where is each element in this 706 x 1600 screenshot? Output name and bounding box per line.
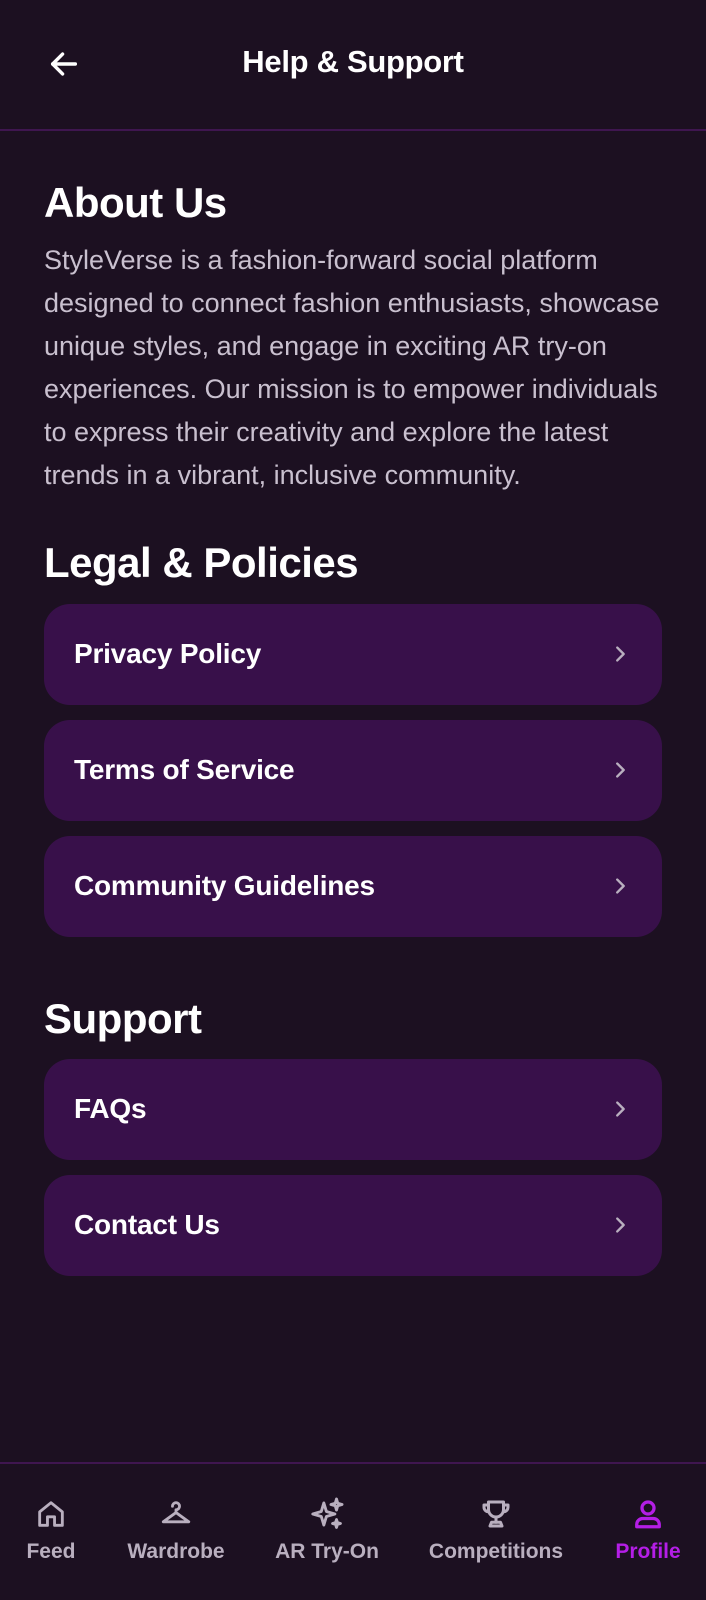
top-app-bar: Help & Support: [0, 0, 706, 131]
chevron-right-icon: [608, 874, 632, 898]
main-content: About Us StyleVerse is a fashion-forward…: [44, 131, 662, 1291]
nav-label: Feed: [26, 1540, 76, 1563]
about-us-text: StyleVerse is a fashion-forward social p…: [44, 245, 660, 491]
nav-wardrobe[interactable]: Wardrobe: [122, 1494, 230, 1564]
chevron-right-icon: [608, 1097, 632, 1121]
support-list: FAQs Contact Us: [44, 1058, 662, 1276]
legal-policies-heading: Legal & Policies: [44, 539, 359, 587]
nav-label: Competitions: [428, 1540, 564, 1563]
nav-feed[interactable]: Feed: [20, 1494, 82, 1564]
faqs-item[interactable]: FAQs: [44, 1058, 662, 1160]
sparkles-icon: [307, 1494, 347, 1534]
user-icon: [628, 1494, 668, 1534]
list-item-label: Privacy Policy: [74, 638, 262, 670]
nav-label: Profile: [615, 1540, 681, 1563]
page-title: Help & Support: [242, 44, 464, 79]
hanger-icon: [156, 1494, 196, 1534]
nav-ar-try-on[interactable]: AR Try-On: [272, 1494, 382, 1564]
list-item-label: Contact Us: [74, 1209, 220, 1241]
about-us-heading: About Us: [44, 179, 227, 226]
list-item-label: Community Guidelines: [74, 870, 375, 902]
nav-profile[interactable]: Profile: [610, 1494, 686, 1564]
support-heading: Support: [44, 994, 202, 1042]
nav-label: Wardrobe: [127, 1540, 225, 1563]
chevron-right-icon: [608, 642, 632, 666]
list-item-label: Terms of Service: [74, 754, 295, 786]
terms-of-service-item[interactable]: Terms of Service: [44, 719, 662, 821]
home-icon: [31, 1494, 71, 1534]
trophy-icon: [476, 1494, 516, 1534]
chevron-right-icon: [608, 1213, 632, 1237]
bottom-navigation: Feed Wardrobe AR Try-On Competitions Pro…: [0, 1462, 706, 1600]
help-support-screen: Help & Support About Us StyleVerse is a …: [0, 0, 706, 1600]
legal-policies-list: Privacy Policy Terms of Service Communit…: [44, 603, 662, 937]
nav-label: AR Try-On: [275, 1540, 379, 1563]
contact-us-item[interactable]: Contact Us: [44, 1174, 662, 1276]
chevron-right-icon: [608, 758, 632, 782]
community-guidelines-item[interactable]: Community Guidelines: [44, 835, 662, 937]
nav-competitions[interactable]: Competitions: [426, 1494, 566, 1564]
privacy-policy-item[interactable]: Privacy Policy: [44, 603, 662, 705]
list-item-label: FAQs: [74, 1093, 147, 1125]
